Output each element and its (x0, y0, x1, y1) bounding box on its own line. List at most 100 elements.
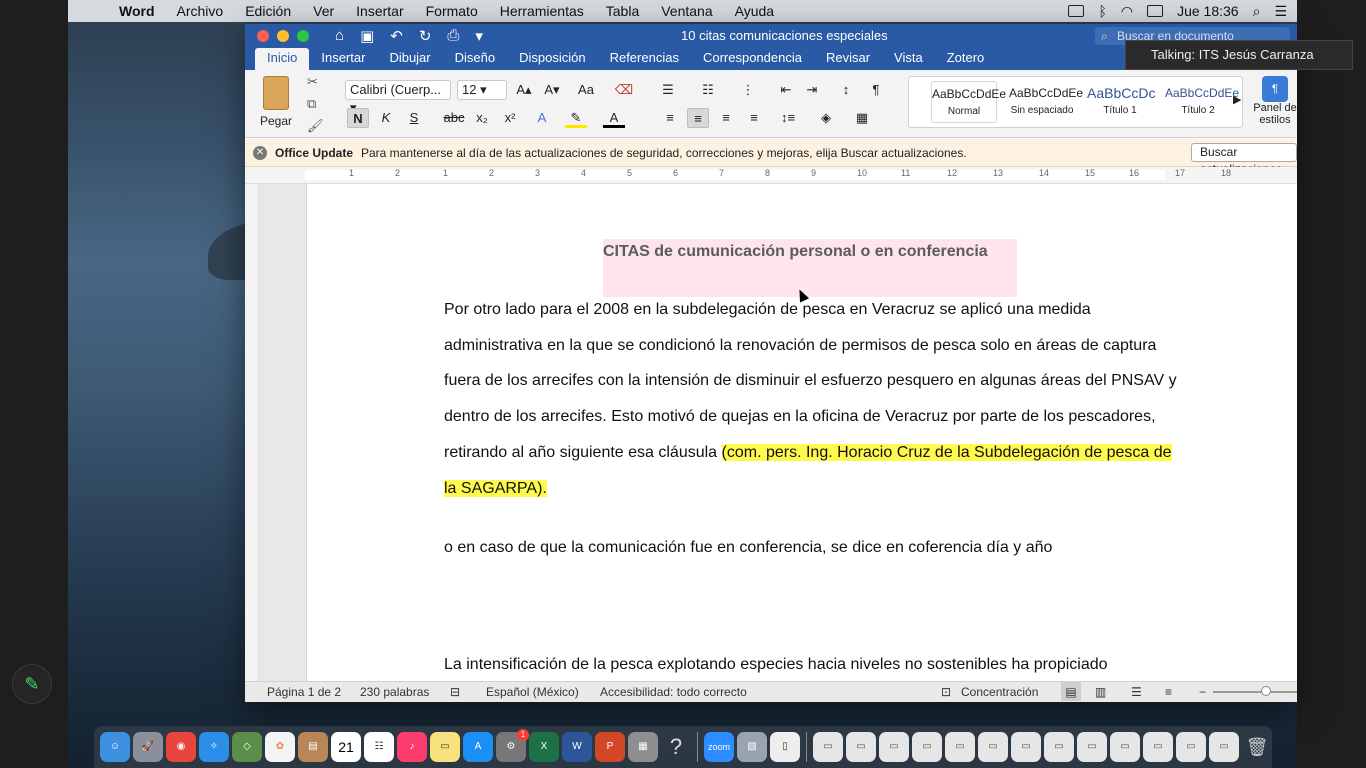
accessibility-status[interactable]: Accesibilidad: todo correcto (600, 682, 747, 702)
tab-insertar[interactable]: Insertar (309, 48, 377, 70)
system-preferences-icon[interactable]: ⚙ 1 (496, 729, 529, 762)
close-update-icon[interactable]: ✕ (253, 146, 267, 160)
help-icon[interactable]: ? (661, 732, 691, 762)
style-titulo-1[interactable]: AaBbCcDc Título 1 (1087, 81, 1155, 123)
word-icon[interactable]: W (562, 732, 592, 762)
menu-tabla[interactable]: Tabla (595, 3, 650, 19)
decrease-indent-icon[interactable]: ⇤ (775, 80, 797, 100)
preview-icon[interactable]: ▧ (737, 732, 767, 762)
clock[interactable]: Jue 18:36 (1177, 3, 1239, 19)
calculator-icon[interactable]: ▦ (628, 732, 658, 762)
clear-format-icon[interactable]: ⌫ (613, 80, 635, 100)
menu-formato[interactable]: Formato (415, 3, 489, 19)
web-layout-icon[interactable]: ▥ (1095, 682, 1106, 702)
menu-ver[interactable]: Ver (302, 3, 345, 19)
photos-icon[interactable]: ✿ (265, 732, 295, 762)
calendar-icon[interactable]: 21 (331, 732, 361, 762)
styles-more-icon[interactable]: ▶ (1233, 93, 1241, 106)
menu-ventana[interactable]: Ventana (650, 3, 723, 19)
document-heading[interactable]: CITAS de cumunicación personal o en conf… (603, 239, 1017, 297)
close-window-icon[interactable] (257, 30, 269, 42)
multilevel-list-icon[interactable]: ⋮ (737, 80, 759, 100)
subscript-icon[interactable]: x₂ (471, 108, 493, 128)
music-icon[interactable]: ♪ (397, 732, 427, 762)
paragraph-1[interactable]: Por otro lado para el 2008 en la subdele… (444, 292, 1184, 506)
paragraph-3[interactable]: La intensificación de la pesca explotand… (444, 647, 1204, 681)
zoom-window-icon[interactable] (297, 30, 309, 42)
bluetooth-icon[interactable]: ᛒ (1098, 3, 1106, 19)
italic-button[interactable]: K (375, 108, 397, 128)
tab-inicio[interactable]: Inicio (255, 48, 310, 70)
minimized-window-icon[interactable]: ▭ (945, 732, 975, 762)
shading-icon[interactable]: ◈ (815, 108, 837, 128)
finder-icon[interactable]: ☺ (100, 732, 130, 762)
excel-icon[interactable]: X (529, 732, 559, 762)
bullets-icon[interactable]: ☰ (657, 80, 679, 100)
bold-button[interactable]: N (347, 108, 369, 128)
minimize-window-icon[interactable] (277, 30, 289, 42)
home-icon[interactable]: ⌂ (335, 27, 344, 45)
tab-dibujar[interactable]: Dibujar (377, 48, 442, 70)
menu-archivo[interactable]: Archivo (166, 3, 235, 19)
proofing-icon[interactable]: ⊟ (450, 682, 460, 702)
zoom-slider-thumb[interactable] (1261, 686, 1271, 696)
minimized-window-icon[interactable]: ▭ (1044, 732, 1074, 762)
document-icon[interactable]: ▯ (770, 732, 800, 762)
strikethrough-button[interactable]: abc (441, 108, 467, 128)
powerpoint-icon[interactable]: P (595, 732, 625, 762)
zoom-app-icon[interactable]: zoom (704, 732, 734, 762)
superscript-icon[interactable]: x² (499, 108, 521, 128)
language-status[interactable]: Español (México) (486, 682, 579, 702)
outline-view-icon[interactable]: ☰ (1131, 682, 1142, 702)
style-sin-espaciado[interactable]: AaBbCcDdEe Sin espaciado (1009, 81, 1083, 123)
align-right-icon[interactable]: ≡ (715, 108, 737, 128)
copy-icon[interactable]: ⧉ (307, 96, 324, 112)
cut-icon[interactable]: ✂ (307, 74, 324, 90)
increase-indent-icon[interactable]: ⇥ (801, 80, 823, 100)
tab-revisar[interactable]: Revisar (814, 48, 882, 70)
menu-herramientas[interactable]: Herramientas (489, 3, 595, 19)
zoom-out-icon[interactable]: − (1199, 682, 1206, 702)
highlight-color-icon[interactable]: ✎ (565, 108, 587, 128)
undo-icon[interactable]: ↶ (390, 27, 403, 45)
annotate-pen-icon[interactable]: ✎ (12, 664, 52, 704)
app-store-icon[interactable]: A (463, 732, 493, 762)
minimized-window-icon[interactable]: ▭ (813, 732, 843, 762)
sort-icon[interactable]: ↕ (835, 80, 857, 100)
reminders-icon[interactable]: ☷ (364, 732, 394, 762)
minimized-window-icon[interactable]: ▭ (912, 732, 942, 762)
format-painter-icon[interactable]: 🖌 (307, 118, 324, 134)
notes-icon[interactable]: ▭ (430, 732, 460, 762)
menu-ayuda[interactable]: Ayuda (724, 3, 785, 19)
paste-button[interactable]: Pegar (255, 76, 297, 128)
focus-mode[interactable]: Concentración (961, 682, 1038, 702)
screen-mirroring-icon[interactable] (1068, 5, 1085, 17)
minimized-window-icon[interactable]: ▭ (1110, 732, 1140, 762)
numbering-icon[interactable]: ☷ (697, 80, 719, 100)
minimized-window-icon[interactable]: ▭ (1011, 732, 1041, 762)
minimized-window-icon[interactable]: ▭ (978, 732, 1008, 762)
maps-icon[interactable]: ◇ (232, 732, 262, 762)
tab-referencias[interactable]: Referencias (598, 48, 691, 70)
battery-icon[interactable] (1147, 5, 1164, 17)
tab-correspondencia[interactable]: Correspondencia (691, 48, 814, 70)
font-size-select[interactable]: 12 ▾ (457, 80, 507, 100)
vertical-ruler[interactable] (245, 184, 259, 681)
minimized-window-icon[interactable]: ▭ (1176, 732, 1206, 762)
spotlight-search-icon[interactable]: ⌕ (1253, 3, 1261, 20)
style-normal[interactable]: AaBbCcDdEe Normal (931, 81, 1006, 123)
paragraph-2[interactable]: o en caso de que la comunicación fue en … (444, 530, 1184, 566)
minimized-window-icon[interactable]: ▭ (846, 732, 876, 762)
shrink-font-icon[interactable]: A▾ (541, 80, 563, 100)
tab-disposicion[interactable]: Disposición (507, 48, 597, 70)
horizontal-ruler[interactable]: 1 2 1 2 3 4 5 6 7 8 9 10 11 12 13 14 15 … (245, 167, 1297, 184)
minimized-window-icon[interactable]: ▭ (1209, 732, 1239, 762)
trash-icon[interactable]: 🗑 (1242, 732, 1272, 762)
tab-zotero[interactable]: Zotero (935, 48, 997, 70)
font-color-icon[interactable]: A (603, 108, 625, 128)
draft-view-icon[interactable]: ≡ (1165, 682, 1172, 702)
tab-vista[interactable]: Vista (882, 48, 935, 70)
tab-diseno[interactable]: Diseño (443, 48, 507, 70)
styles-pane-button[interactable]: ¶ Panel de estilos (1253, 76, 1297, 126)
word-count[interactable]: 230 palabras (360, 682, 429, 702)
